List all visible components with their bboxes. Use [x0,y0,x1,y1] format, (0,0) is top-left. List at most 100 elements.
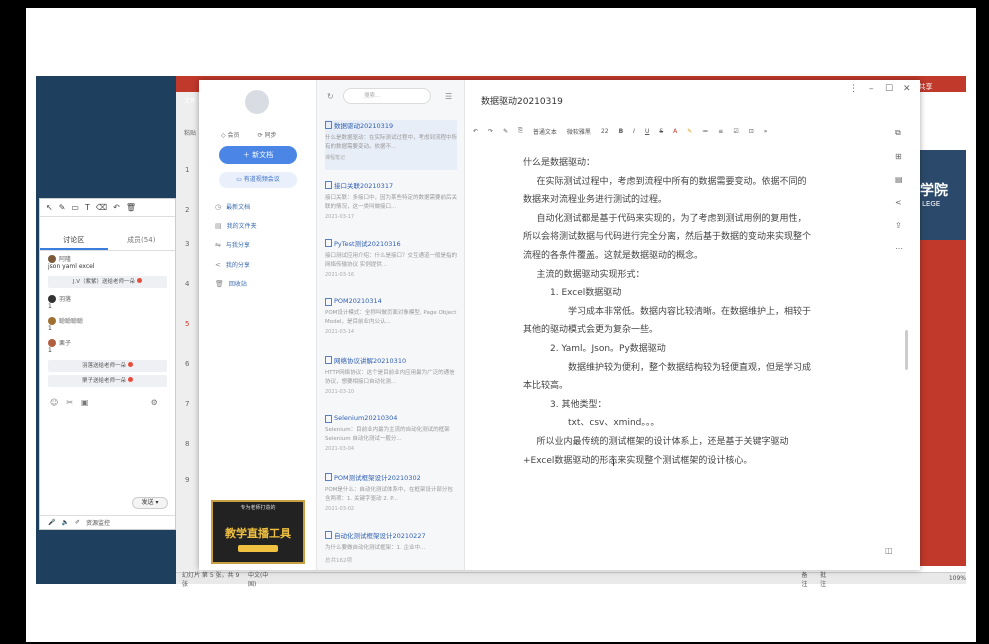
sync-button[interactable]: ⟳ 同步 [258,130,277,139]
sort-icon[interactable]: ☰ [445,92,452,101]
slide-number[interactable]: 5 [185,320,189,328]
ad-banner[interactable]: 专为老师打造的 教学直播工具 [211,500,305,564]
eraser-icon[interactable]: ✎ [503,128,508,135]
chat-input-tools: ☺ ✂ ▣ ⚙ [40,390,175,415]
maximize-icon[interactable]: ☐ [885,84,893,94]
highlight-button[interactable]: ✎ [687,128,692,135]
numbered-list-icon[interactable]: ≡ [718,128,723,135]
undo-icon[interactable]: ↶ [473,128,478,135]
note-content[interactable]: 什么是数据驱动： 在实际测试过程中，考虑到流程中所有的数据需要变动。依据不同的数… [523,154,811,470]
trash-icon[interactable]: 🗑 [126,203,136,212]
list-item[interactable]: POM测试框架设计20210302 POM是什么：自动化测试体系中，在框架设计部分… [325,472,457,512]
list-item[interactable]: 网络协议讲解20210310 HTTP网络协议：这个是目前业内应用最为广泛的通信协… [325,355,457,395]
video-meeting-button[interactable]: ▭ 有道视频会议 [219,172,297,188]
emoji-icon[interactable]: ☺ [50,398,58,407]
mic-icon[interactable]: 🎤 [48,519,55,526]
clock-icon: ◷ [215,202,222,211]
sidebar-toggle-icon[interactable]: ◫ [885,546,893,555]
list-item[interactable]: 接口关联20210317 接口关联：多接口中，因为某些特定的数据需要前后关联的情况… [325,180,457,220]
list-item[interactable]: PyTest测试20210316 接口测试应用介绍：什么是接口？交互通道一般是指的… [325,238,457,278]
add-icon[interactable]: ⊞ [895,152,903,161]
status-language: 中文(中国) [247,571,269,588]
list-count: 总共162项 [325,558,352,564]
editor: 数据驱动20210319 ⋮ – ☐ ✕ ↶ ↷ ✎ ⎘ 普通文本 微软雅黑 2… [465,80,920,570]
ad-cta[interactable] [238,545,278,552]
paragraph-style-select[interactable]: 普通文本 [533,127,557,136]
sidebar-item-folders[interactable]: ▤ 我的文件夹 [215,221,257,231]
document-icon[interactable]: ▤ [895,175,903,184]
search-input[interactable]: 搜索... [343,88,431,104]
slide-number[interactable]: 8 [185,440,189,448]
ppt-ribbon-file[interactable]: 文件 [184,96,196,105]
font-size-select[interactable]: 22 [601,128,609,135]
more-icon[interactable]: ⋯ [895,244,903,253]
slide-number[interactable]: 9 [185,476,189,484]
tab-discussion[interactable]: 讨论区 [40,229,108,250]
slide-number[interactable]: 7 [185,400,189,408]
bullet-list-icon[interactable]: ≔ [702,128,708,135]
sidebar-item-trash[interactable]: 🗑 回收站 [215,279,247,289]
scissors-icon[interactable]: ✂ [66,398,73,407]
gift-notice: 羽落送给老师一朵 [48,360,167,372]
notes-app-window: ◇ 会员 ⟳ 同步 ＋ 新文档 ▭ 有道视频会议 ◷ 最新文档 ▤ 我的文件夹 ⇋ 与… [199,80,920,570]
slide-number[interactable]: 4 [185,280,189,288]
slide-number[interactable]: 6 [185,360,189,368]
settings-icon[interactable]: ⚙ [151,398,158,407]
text-icon[interactable]: T [85,203,90,212]
font-color-button[interactable]: A [673,128,677,135]
sidebar-item-my-shares[interactable]: < 我的分享 [215,260,250,270]
zoom-level[interactable]: 109% [949,575,966,582]
redo-icon[interactable]: ↷ [488,128,493,135]
resource-monitor[interactable]: 资源监控 [86,518,110,527]
bold-button[interactable]: B [619,128,624,135]
notes-button[interactable]: 备注 [801,570,812,588]
pen-icon[interactable]: ✎ [59,203,66,212]
back-icon[interactable]: ↻ [327,92,334,101]
speaker-icon[interactable]: 🔈 [61,519,68,526]
sidebar-item-shared-with-me[interactable]: ⇋ 与我分享 [215,240,250,250]
underline-button[interactable]: U [645,128,649,135]
eraser-icon[interactable]: ⌫ [96,203,107,212]
rectangle-icon[interactable]: ▭ [71,203,79,212]
list-item[interactable]: POM20210314 POM设计模式：全称叫做页面对象模型, Page Obje… [325,297,457,335]
sidebar-item-recent[interactable]: ◷ 最新文档 [215,202,250,212]
strike-button[interactable]: S [659,128,663,135]
page-title[interactable]: 数据驱动20210319 [481,94,563,107]
close-icon[interactable]: ✕ [903,84,911,94]
list-item[interactable]: 自动化测试框架设计20210227 为什么要做自动化测试框架：1. 企业中... [325,530,457,553]
list-item[interactable]: 数据驱动20210319 什么是数据驱动：在实际测试过程中，考虑到流程中所有的数据… [325,120,457,170]
list-item[interactable]: Selenium20210304 Selenium：目前业内最为主流的自动化测试的… [325,414,457,452]
slide-number[interactable]: 3 [185,240,189,248]
italic-button[interactable]: I [633,128,635,135]
new-document-button[interactable]: ＋ 新文档 [219,146,297,164]
ppt-statusbar: 幻灯片 第 5 张，共 9 张 中文(中国) 备注 批注 109% [176,572,966,588]
insert-icon[interactable]: ⊡ [749,128,754,135]
slide-number[interactable]: 1 [185,166,189,174]
sync-icon: ⟳ [257,132,263,139]
export-icon[interactable]: ⇪ [895,221,903,230]
trash-icon: 🗑 [215,279,224,288]
undo-icon[interactable]: ↶ [113,203,120,212]
more-icon[interactable]: ⋮ [849,84,858,94]
comments-button[interactable]: 批注 [820,570,831,588]
ppt-ribbon-paste[interactable]: 粘贴 [184,128,196,137]
pen-tool-icon[interactable]: ✐ [75,519,80,526]
font-select[interactable]: 微软雅黑 [567,127,591,136]
share-icon[interactable]: < [895,198,903,207]
send-button[interactable]: 发送 ▾ [132,497,168,509]
checkbox-icon[interactable]: ☑ [733,128,738,135]
format-painter-icon[interactable]: ⎘ [518,127,523,135]
tab-members[interactable]: 成员(54) [108,229,176,250]
diamond-icon: ◇ [221,132,226,139]
more-tools-icon[interactable]: » [764,128,768,135]
scrollbar[interactable] [905,330,908,370]
avatar[interactable] [245,90,269,114]
vip-link[interactable]: ◇ 会员 [221,130,240,139]
minimize-icon[interactable]: – [869,84,874,94]
slide-number[interactable]: 2 [185,206,189,214]
image-icon[interactable]: ▣ [81,398,89,407]
avatar [48,254,56,263]
chat-message: 阿隆 json yaml excel [48,254,95,270]
copy-icon[interactable]: ⧉ [895,128,903,138]
pointer-icon[interactable]: ↖ [46,203,53,212]
